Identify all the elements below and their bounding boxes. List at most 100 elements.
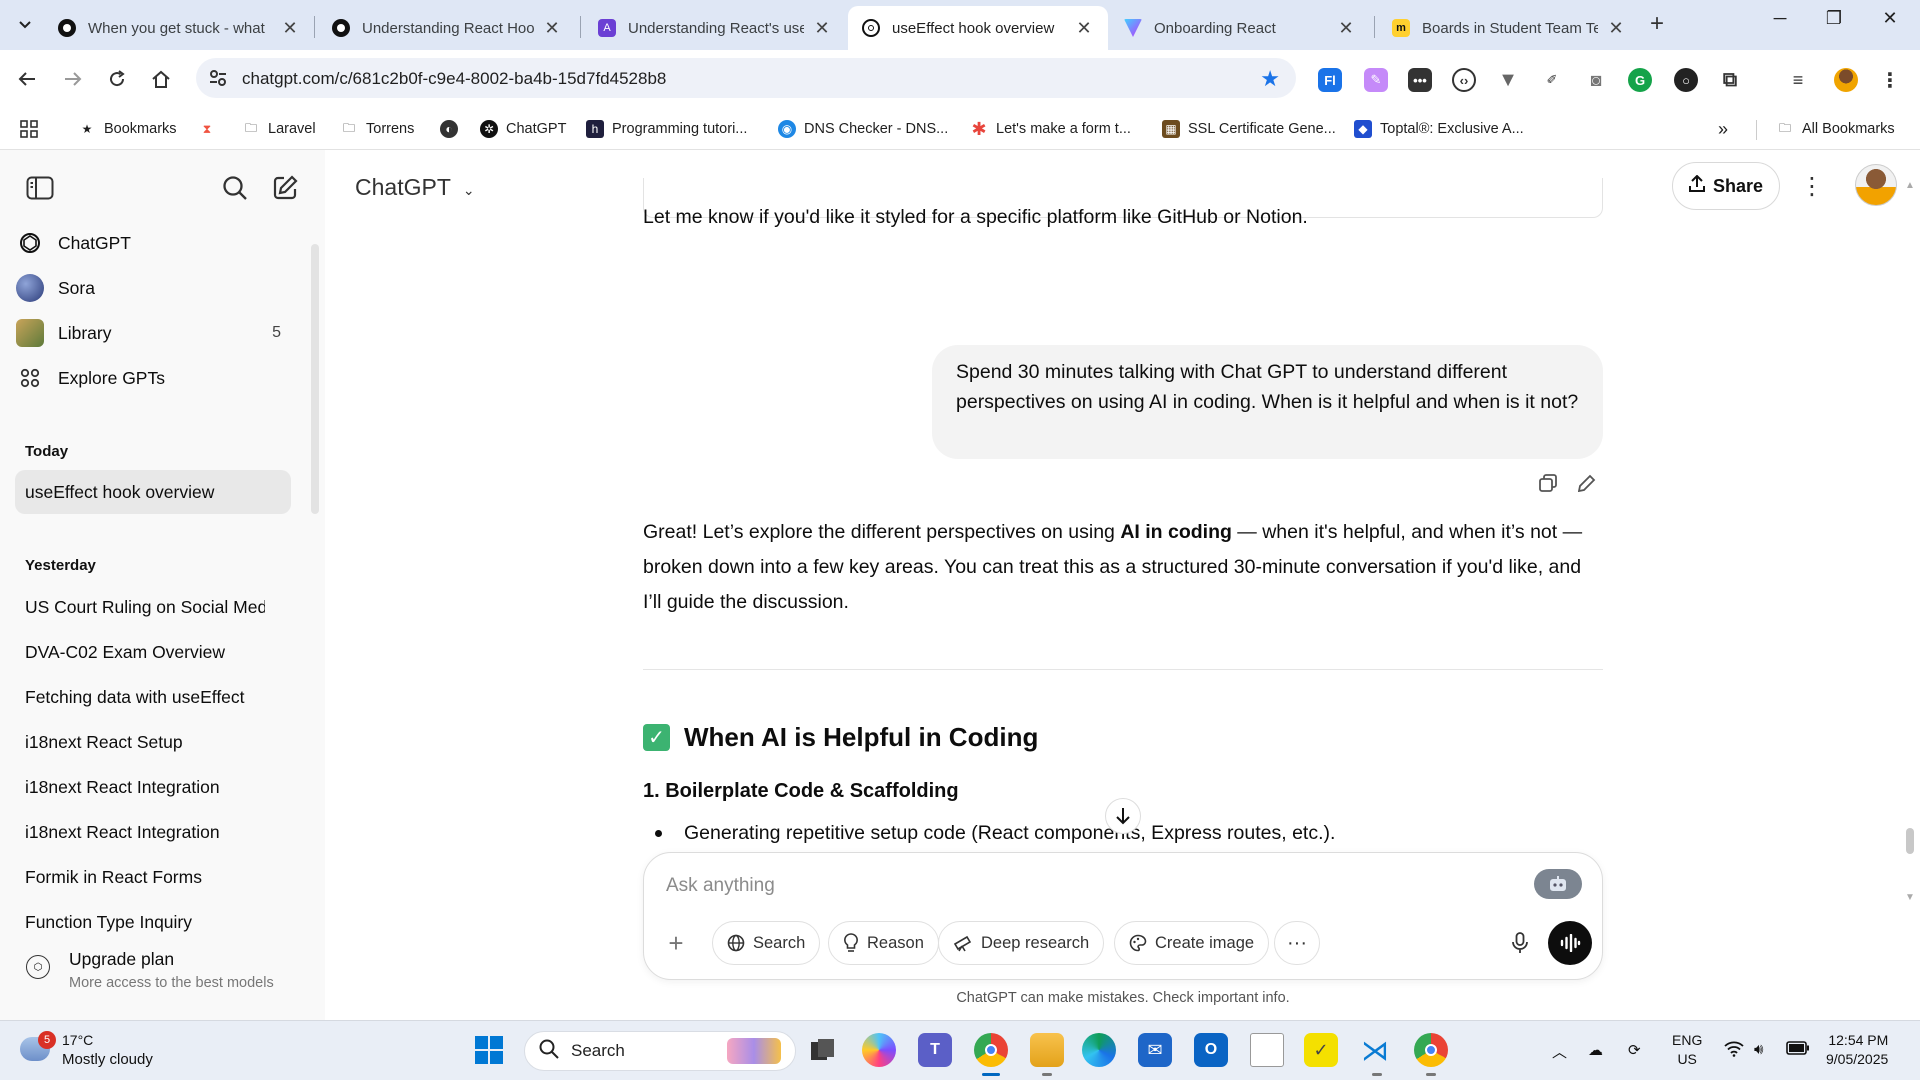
camera-icon[interactable]: ◙	[1584, 68, 1608, 92]
bookmark-item[interactable]: h Programming tutori...	[586, 116, 747, 142]
apps-grid-icon[interactable]	[20, 116, 38, 142]
chat-item[interactable]: Function Type Inquiry	[25, 912, 265, 934]
reload-icon[interactable]	[102, 64, 132, 94]
sidebar-toggle-icon[interactable]	[24, 172, 56, 204]
extensions-puzzle-icon[interactable]: ⧉	[1718, 68, 1742, 92]
chat-item[interactable]: i18next React Setup	[25, 732, 265, 753]
close-tab-icon[interactable]: ✕	[280, 18, 300, 39]
chrome-profile-icon[interactable]	[1414, 1033, 1448, 1067]
extension-dots-icon[interactable]: •••	[1408, 68, 1432, 92]
new-tab-icon[interactable]: +	[1650, 10, 1664, 38]
minimize-icon[interactable]: ─	[1760, 8, 1800, 29]
chat-item[interactable]: i18next React Integration	[25, 822, 265, 843]
grammarly-icon[interactable]: G	[1628, 68, 1652, 92]
tab-2[interactable]: Understanding React Hook ✕	[318, 6, 576, 50]
all-bookmarks[interactable]: 🗀 All Bookmarks	[1776, 116, 1895, 142]
chat-scrollbar[interactable]: ▲ ▼	[1905, 180, 1915, 1020]
tab-search-menu-icon[interactable]	[10, 10, 40, 40]
attach-plus-icon[interactable]: +	[658, 925, 694, 961]
new-chat-icon[interactable]	[269, 172, 301, 204]
extension-v-icon[interactable]: ▼	[1496, 68, 1520, 92]
profile-avatar[interactable]	[1834, 68, 1858, 92]
chat-item-active[interactable]: useEffect hook overview	[15, 470, 291, 514]
sidebar-scrollbar[interactable]	[311, 244, 319, 514]
avatar[interactable]	[1855, 164, 1897, 206]
bookmark-item[interactable]: ◉ DNS Checker - DNS...	[778, 116, 948, 142]
vscode-icon[interactable]: ⋊	[1358, 1033, 1392, 1067]
sidebar-item-explore-gpts[interactable]: Explore GPTs	[16, 358, 291, 398]
volume-icon[interactable]: 🔊︎	[1754, 1041, 1763, 1058]
tab-1[interactable]: When you get stuck - what ✕	[44, 6, 314, 50]
share-button[interactable]: Share	[1672, 162, 1780, 210]
outlook-icon[interactable]: O	[1194, 1033, 1228, 1067]
bookmark-item[interactable]: ◆ Toptal®: Exclusive A...	[1354, 116, 1524, 142]
chat-item[interactable]: DVA-C02 Exam Overview	[25, 642, 265, 663]
taskbar-search[interactable]: Search	[524, 1031, 796, 1071]
chat-item[interactable]: Fetching data with useEffect	[25, 687, 265, 708]
tab-3[interactable]: A Understanding React's use ✕	[584, 6, 846, 50]
bookmark-folder[interactable]: 🗀 Laravel	[242, 116, 316, 142]
file-explorer-icon[interactable]	[1030, 1033, 1064, 1067]
create-image-button[interactable]: Create image	[1114, 921, 1270, 965]
wifi-icon[interactable]	[1724, 1041, 1744, 1061]
windows-start-icon[interactable]	[472, 1033, 506, 1067]
home-icon[interactable]	[146, 64, 176, 94]
assistant-bot-icon[interactable]	[1534, 869, 1582, 899]
back-icon[interactable]	[12, 64, 42, 94]
bookmark-star-icon[interactable]: ★	[1260, 66, 1280, 92]
copilot-icon[interactable]	[862, 1033, 896, 1067]
sidebar-item-sora[interactable]: Sora	[16, 268, 291, 308]
scroll-to-bottom-button[interactable]	[1105, 798, 1141, 834]
sidebar-item-chatgpt[interactable]: ChatGPT	[16, 223, 291, 263]
tab-6[interactable]: m Boards in Student Team Te ✕	[1378, 6, 1640, 50]
scrollbar-thumb[interactable]	[1906, 828, 1914, 854]
edge-icon[interactable]	[1082, 1033, 1116, 1067]
bookmark-item[interactable]: ✱ Let's make a form t...	[970, 116, 1130, 142]
browser-menu-icon[interactable]: ⋮	[1878, 68, 1902, 92]
media-control-icon[interactable]: ≡	[1786, 68, 1810, 92]
site-settings-icon[interactable]	[208, 68, 228, 93]
bookmark-item[interactable]: ◐	[440, 116, 466, 142]
battery-icon[interactable]	[1786, 1041, 1810, 1059]
edit-icon[interactable]	[1574, 470, 1600, 496]
close-tab-icon[interactable]: ✕	[1606, 18, 1626, 39]
scroll-up-icon[interactable]: ▲	[1905, 180, 1915, 191]
bookmark-item[interactable]: ⧗	[198, 116, 224, 142]
task-view-icon[interactable]	[806, 1033, 840, 1067]
more-tools-button[interactable]: ···	[1274, 921, 1320, 965]
deep-research-button[interactable]: Deep research	[938, 921, 1105, 965]
onedrive-cloud-icon[interactable]: ☁	[1588, 1041, 1603, 1059]
extension-brush-icon[interactable]: ✐	[1540, 68, 1564, 92]
teams-icon[interactable]: T	[918, 1033, 952, 1067]
chevron-up-icon[interactable]: ︿	[1552, 1041, 1567, 1062]
sticky-notes-icon[interactable]: ✓	[1304, 1033, 1338, 1067]
restore-icon[interactable]: ❐	[1814, 8, 1854, 29]
bookmark-item[interactable]: ▦ SSL Certificate Gene...	[1162, 116, 1336, 142]
mail-icon[interactable]: ✉	[1138, 1033, 1172, 1067]
bookmark-folder[interactable]: 🗀 Torrens	[340, 116, 414, 142]
search-icon[interactable]	[219, 172, 251, 204]
more-bookmarks-icon[interactable]: »	[1718, 116, 1728, 142]
more-options-icon[interactable]: ⋮	[1800, 172, 1824, 200]
chat-item[interactable]: i18next React Integration	[25, 777, 265, 798]
chat-item[interactable]: US Court Ruling on Social Media	[25, 597, 265, 618]
chat-item[interactable]: Formik in React Forms	[25, 867, 265, 888]
sync-icon[interactable]: ⟳	[1628, 1041, 1641, 1059]
microphone-icon[interactable]	[1502, 925, 1538, 961]
chrome-icon[interactable]	[974, 1033, 1008, 1067]
tab-active[interactable]: useEffect hook overview ✕	[848, 6, 1108, 50]
bookmark-item[interactable]: ✲ ChatGPT	[480, 116, 566, 142]
model-selector[interactable]: ChatGPT ⌄	[355, 174, 475, 201]
scroll-down-icon[interactable]: ▼	[1905, 892, 1915, 903]
address-bar[interactable]: chatgpt.com/c/681c2b0f-c9e4-8002-ba4b-15…	[196, 58, 1296, 98]
system-clock[interactable]: 12:54 PM 9/05/2025	[1826, 1031, 1888, 1069]
bookmark-item[interactable]: ★ Bookmarks	[78, 116, 177, 142]
extension-code-icon[interactable]: ‹›	[1452, 68, 1476, 92]
close-tab-icon[interactable]: ✕	[542, 18, 562, 39]
upgrade-plan-button[interactable]: ⬡ Upgrade plan More access to the best m…	[16, 945, 306, 1005]
extension-pen-icon[interactable]: ✎	[1364, 68, 1388, 92]
search-button[interactable]: Search	[712, 921, 821, 965]
voice-mode-button[interactable]	[1548, 921, 1592, 965]
close-tab-icon[interactable]: ✕	[812, 18, 832, 39]
forward-icon[interactable]	[58, 64, 88, 94]
